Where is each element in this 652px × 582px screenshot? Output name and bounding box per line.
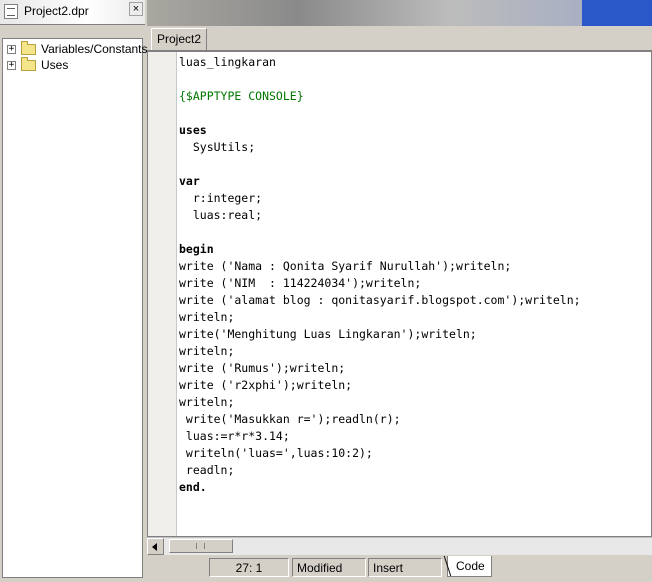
code-line[interactable]: write ('r2xphi');writeln; [179,377,651,394]
code-line[interactable]: writeln; [179,309,651,326]
code-line-text: write ('NIM : 114224034');writeln; [179,276,422,290]
code-line[interactable]: write ('alamat blog : qonitasyarif.blogs… [179,292,651,309]
tree-item-label: Uses [41,58,69,72]
cursor-position: 27: 1 [209,558,289,577]
code-line[interactable]: writeln('luas=',luas:10:2); [179,445,651,462]
project-explorer: Project2.dpr × + Variables/Constants + U… [0,0,148,582]
code-line-text: var [179,174,200,188]
code-view[interactable]: luas_lingkaran {$APPTYPE CONSOLE} uses Sys… [147,51,652,537]
file-icon [4,4,18,19]
code-line[interactable]: write('Menghitung Luas Lingkaran');write… [179,326,651,343]
code-line-text: writeln; [179,310,235,324]
code-line[interactable]: uses [179,122,651,139]
code-line-text: writeln; [179,395,235,409]
explorer-tree[interactable]: + Variables/Constants + Uses [2,38,148,578]
code-line[interactable]: begin [179,241,651,258]
code-line[interactable]: write ('Nama : Qonita Syarif Nurullah');… [179,258,651,275]
code-line-text: write ('r2xphi');writeln; [179,378,353,392]
insert-mode-status: Insert [368,558,442,577]
code-line[interactable]: SysUtils; [179,139,651,156]
code-line-text: write ('Nama : Qonita Syarif Nurullah');… [179,259,512,273]
modified-status: Modified [292,558,366,577]
code-line[interactable] [179,156,651,173]
code-line-text: luas:=r*r*3.14; [179,429,290,443]
tab-code[interactable]: Code [447,556,492,577]
code-line[interactable]: write ('NIM : 114224034');writeln; [179,275,651,292]
code-line[interactable] [179,105,651,122]
code-line-text: writeln; [179,344,235,358]
tree-item-variables-constants[interactable]: + Variables/Constants [7,40,148,57]
window-title-strip [147,0,652,26]
code-line[interactable]: readln; [179,462,651,479]
folder-icon [21,40,36,55]
scroll-left-icon[interactable] [147,538,164,555]
code-line[interactable]: luas_lingkaran [179,54,651,71]
code-line[interactable]: luas:real; [179,207,651,224]
code-line-text: luas_lingkaran [179,55,276,69]
scroll-thumb[interactable] [169,539,233,553]
code-line[interactable]: luas:=r*r*3.14; [179,428,651,445]
tree-item-label: Variables/Constants [41,42,148,56]
tab-project2[interactable]: Project2 [151,28,208,50]
folder-icon [21,56,36,71]
code-line-text: luas:real; [179,208,263,222]
code-line-text: {$APPTYPE CONSOLE} [179,89,304,103]
code-line[interactable]: writeln; [179,343,651,360]
code-line[interactable]: end. [179,479,651,496]
code-line-text: write ('alamat blog : qonitasyarif.blogs… [179,293,581,307]
code-line-text: write ('Rumus');writeln; [179,361,346,375]
expand-icon[interactable]: + [7,44,16,54]
code-line-text: write('Masukkan r=');readln(r); [179,412,401,426]
code-line-text: begin [179,242,214,256]
close-icon[interactable]: × [129,2,143,16]
code-editor: Project2 luas_lingkaran {$APPTYPE CONSOLE… [147,0,652,582]
expand-icon[interactable]: + [7,60,16,70]
horizontal-scrollbar[interactable] [147,537,652,555]
code-gutter [148,52,177,536]
code-line-text: write('Menghitung Luas Lingkaran');write… [179,327,477,341]
editor-tab-bar: Project2 [147,26,652,51]
code-line[interactable]: var [179,173,651,190]
explorer-title-bar: Project2.dpr × [0,0,145,25]
code-line-text: uses [179,123,207,137]
tree-item-uses[interactable]: + Uses [7,56,69,73]
code-line[interactable]: {$APPTYPE CONSOLE} [179,88,651,105]
code-line[interactable]: r:integer; [179,190,651,207]
code-line[interactable] [179,71,651,88]
code-line[interactable] [179,224,651,241]
code-line-text: readln; [179,463,235,477]
source-code[interactable]: luas_lingkaran {$APPTYPE CONSOLE} uses Sys… [179,54,651,534]
code-line[interactable]: writeln; [179,394,651,411]
explorer-title: Project2.dpr [24,4,89,18]
title-strip-accent [582,0,652,26]
code-line-text: SysUtils; [179,140,256,154]
code-line[interactable]: write('Masukkan r=');readln(r); [179,411,651,428]
code-line-text: r:integer; [179,191,263,205]
status-bar: 27: 1 Modified Insert Code [147,555,652,582]
code-line-text: end. [179,480,207,494]
code-line[interactable]: write ('Rumus');writeln; [179,360,651,377]
code-line-text: writeln('luas=',luas:10:2); [179,446,373,460]
